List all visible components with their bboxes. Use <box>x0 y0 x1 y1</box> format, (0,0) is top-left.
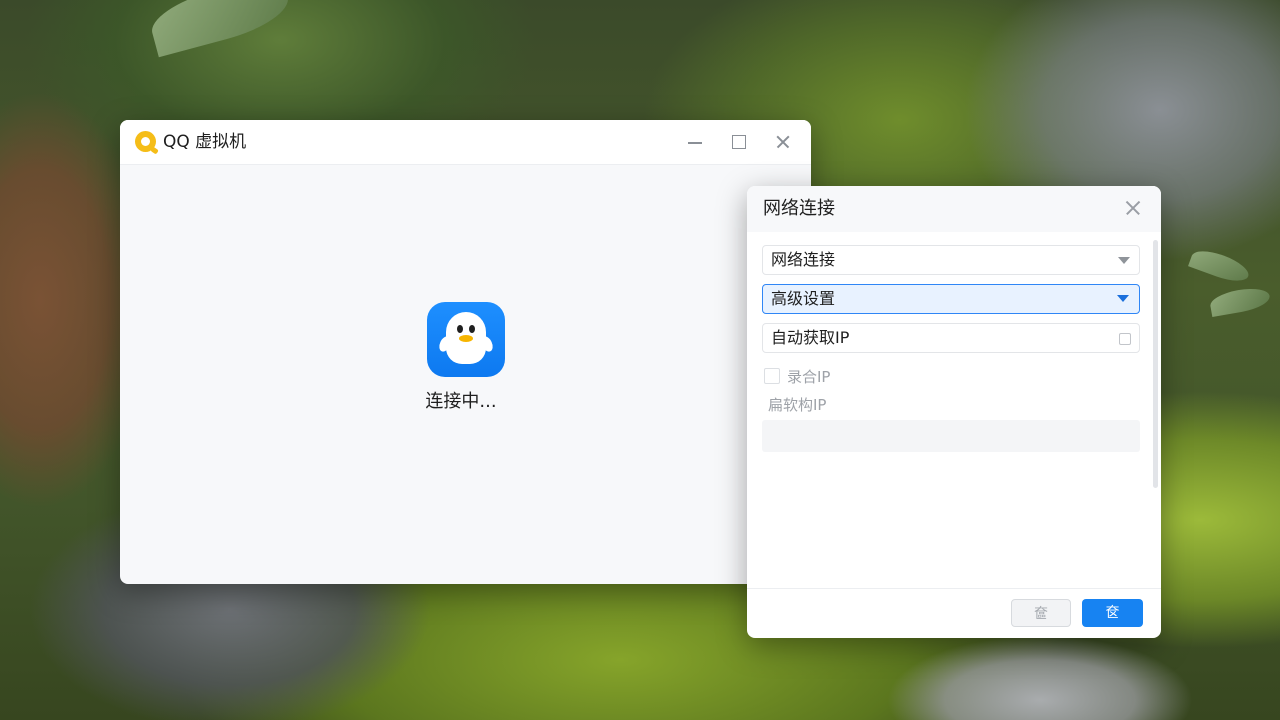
dialog-title: 网络连接 <box>763 198 835 219</box>
penguin-body <box>446 312 486 364</box>
minimize-button[interactable] <box>683 130 707 154</box>
background-leaf <box>145 0 295 58</box>
footer-divider <box>747 588 1161 589</box>
ip-checkbox-label: 录合IP <box>787 368 831 386</box>
qq-logo-icon <box>135 131 159 155</box>
advanced-settings-value: 高级设置 <box>771 289 836 308</box>
ip-mode-value: 自动获取IP <box>771 328 850 347</box>
background-leaf <box>1188 245 1252 287</box>
ip-checkbox[interactable] <box>764 368 780 384</box>
close-icon <box>771 130 795 154</box>
qq-vm-window: QQ 虚拟机 连接中... <box>120 120 811 584</box>
dialog-header[interactable]: 网络连接 <box>747 186 1161 232</box>
ok-button[interactable]: 奁 <box>1082 599 1143 627</box>
cancel-button[interactable]: 奩 <box>1011 599 1071 627</box>
desktop-background: QQ 虚拟机 连接中... 网络连接 网络连接 高级设置 自动获取IP 录合IP… <box>0 0 1280 720</box>
connecting-status-text: 连接中... <box>425 391 497 412</box>
window-titlebar[interactable]: QQ 虚拟机 <box>120 120 811 165</box>
ip-mode-field[interactable]: 自动获取IP <box>762 323 1140 353</box>
penguin-beak <box>459 335 473 342</box>
dropdown-caret-icon <box>1117 295 1129 302</box>
dialog-scrollbar[interactable] <box>1153 240 1158 488</box>
connection-status: 连接中... <box>425 302 506 413</box>
static-ip-input[interactable] <box>762 420 1140 452</box>
background-leaf <box>1208 284 1272 318</box>
maximize-icon <box>732 135 746 149</box>
maximize-button[interactable] <box>727 130 751 154</box>
dropdown-caret-icon <box>1118 257 1130 264</box>
close-button[interactable] <box>771 130 795 154</box>
minimize-icon <box>688 142 702 144</box>
penguin-eye <box>457 325 463 333</box>
window-title: QQ 虚拟机 <box>163 132 247 152</box>
calculator-icon <box>1119 333 1131 345</box>
dialog-close-icon[interactable] <box>1123 198 1143 218</box>
network-connection-dialog: 网络连接 网络连接 高级设置 自动获取IP 录合IP 扁软构IP 奩 奁 <box>747 186 1161 638</box>
qq-penguin-icon <box>427 302 505 377</box>
penguin-eye <box>469 325 475 333</box>
network-connection-select[interactable]: 网络连接 <box>762 245 1140 275</box>
network-connection-value: 网络连接 <box>771 250 836 269</box>
static-ip-label: 扁软构IP <box>768 396 827 414</box>
advanced-settings-select[interactable]: 高级设置 <box>762 284 1140 314</box>
